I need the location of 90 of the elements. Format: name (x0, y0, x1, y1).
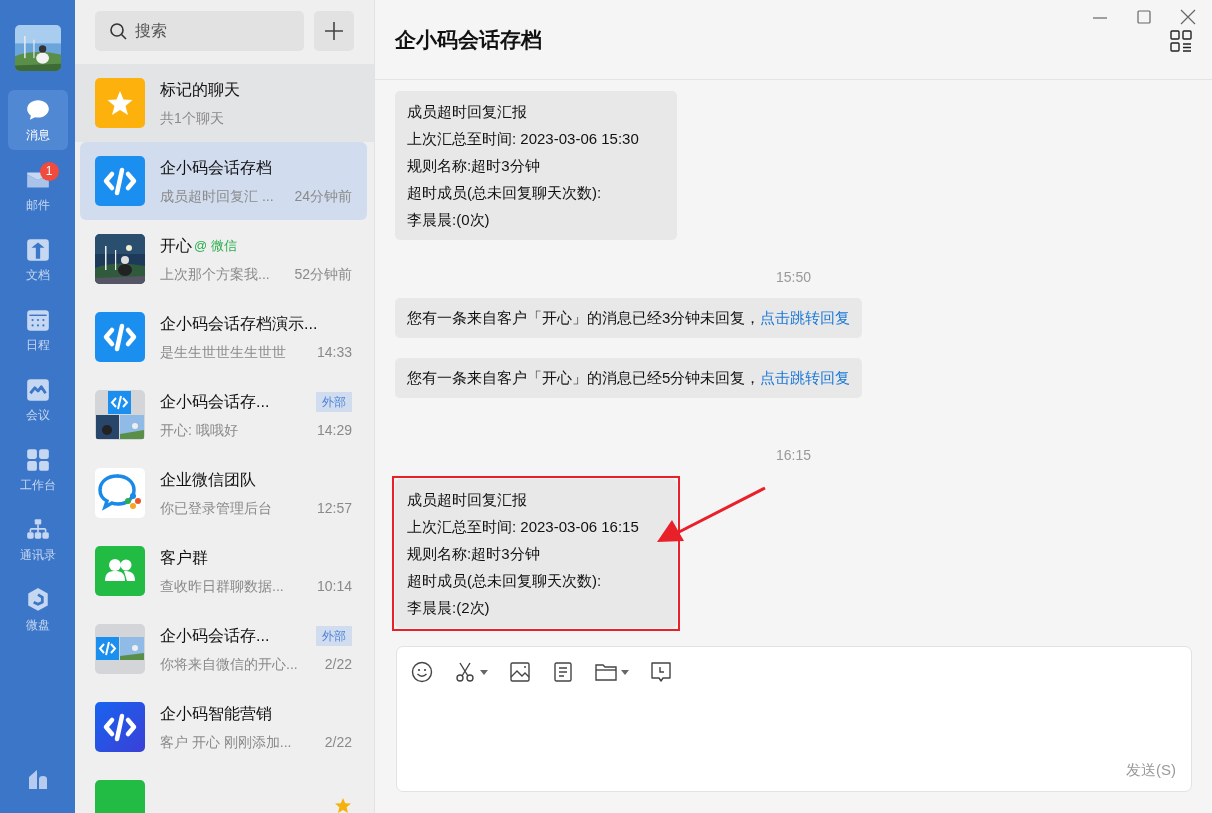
group-avatar-icon (95, 624, 145, 674)
message-time: 52分钟前 (294, 264, 352, 284)
notice-text: 您有一条来自客户「开心」的消息已经3分钟未回复， (407, 309, 761, 326)
chat-name: 企小码智能营销 (160, 703, 272, 724)
chat-title: 企小码会话存档 (395, 26, 542, 53)
chat-list-item[interactable]: 企小码会话存档演示... 是生生世世生生世世 14:33 (75, 298, 374, 376)
chat-list-item[interactable]: 企业微信团队 你已登录管理后台 12:57 (75, 454, 374, 532)
chat-list-item[interactable]: 客户群 查收昨日群聊数据... 10:14 (75, 532, 374, 610)
chat-name: 企小码会话存... (160, 391, 270, 412)
close-icon[interactable] (1179, 8, 1197, 26)
message-line: 李晨晨:(2次) (407, 598, 491, 618)
caret-icon (621, 669, 629, 675)
message-line: 超时成员(总未回复聊天次数): (407, 571, 603, 591)
message-line: 李晨晨:(0次) (407, 210, 491, 230)
chat-list-item[interactable]: 开心@ 微信 上次那个方案我... 52分钟前 (75, 220, 374, 298)
toolbar-button[interactable] (411, 660, 433, 684)
source-label: @ 微信 (194, 236, 237, 255)
search-field[interactable]: 搜索 (95, 11, 304, 51)
timestamp: 15:50 (775, 268, 811, 287)
nav-item[interactable]: 通讯录 (7, 510, 68, 570)
grid-icon (24, 446, 51, 473)
message-line: 上次汇总至时间: 2023-03-06 16:15 (407, 517, 640, 537)
chat-name: 企小码会话存档演示... (160, 313, 318, 334)
nav-item[interactable]: 微盘 (7, 580, 68, 640)
send-button[interactable]: 发送(S) (1126, 758, 1176, 781)
chat-name: 客户群 (160, 547, 208, 568)
code-avatar-icon (95, 312, 145, 362)
notice-text: 您有一条来自客户「开心」的消息已经5分钟未回复， (407, 369, 761, 386)
caret-icon (480, 669, 488, 675)
toolbar-button[interactable] (454, 660, 488, 684)
code-avatar-icon (95, 156, 145, 206)
message-preview: 成员超时回复汇 ... (160, 186, 274, 206)
message-time: 24分钟前 (294, 186, 352, 206)
chat-name: 标记的聊天 (160, 79, 240, 100)
code-avatar-icon (95, 702, 145, 752)
clock-message-icon (650, 661, 672, 683)
nav-item[interactable]: 工作台 (7, 440, 68, 500)
message-preview: 你将来自微信的开心... (160, 654, 298, 674)
star-avatar-icon (95, 78, 145, 128)
message-preview: 上次那个方案我... (160, 264, 270, 284)
chat-name: 企小码会话存... (160, 625, 270, 646)
message-line: 规则名称:超时3分钟 (407, 544, 541, 564)
message-preview: 客户 开心 刚刚添加... (160, 732, 292, 752)
chat-list-item[interactable]: 企小码会话存... 外部 开心: 哦哦好 14:29 (75, 376, 374, 454)
message-line: 成员超时回复汇报 (407, 490, 528, 510)
meeting-icon (24, 376, 51, 403)
plus-icon (324, 21, 344, 41)
chat-list-item[interactable]: 企小码会话存档 成员超时回复汇 ... 24分钟前 (80, 142, 367, 220)
message-time: 10:14 (316, 576, 352, 596)
message-preview: 开心: 哦哦好 (160, 420, 238, 440)
toolbar-button[interactable] (509, 660, 531, 684)
message-time: 12:57 (316, 498, 352, 518)
nav-item[interactable]: 文档 (7, 230, 68, 290)
timestamp: 16:15 (775, 446, 811, 465)
unread-badge: 1 (39, 162, 59, 181)
chat-list-item[interactable]: 标记的聊天 共1个聊天 (75, 64, 374, 142)
message-line: 上次汇总至时间: 2023-03-06 15:30 (407, 129, 640, 149)
chat-list-item[interactable]: 企小码智能营销 客户 开心 刚刚添加... 2/22 (75, 688, 374, 766)
chat-name: 企小码会话存档 (160, 157, 272, 178)
chat-name: 开心 (160, 235, 192, 256)
chat-logo-icon (95, 468, 145, 518)
message-time: 14:33 (316, 342, 352, 362)
chat-name: 企业微信团队 (160, 469, 256, 490)
image-icon (509, 661, 531, 683)
message-preview: 你已登录管理后台 (160, 498, 272, 518)
smiley-icon (411, 661, 433, 683)
message-preview: 共1个聊天 (160, 108, 224, 128)
message-line: 超时成员(总未回复聊天次数): (407, 183, 603, 203)
reply-link[interactable]: 点击跳转回复 (760, 309, 851, 326)
external-tag: 外部 (316, 391, 352, 412)
chat-list-item[interactable]: 企小码会话存... 外部 你将来自微信的开心... 2/22 (75, 610, 374, 688)
message-preview: 查收昨日群聊数据... (160, 576, 284, 596)
folder-icon (595, 661, 617, 683)
toolbar-button[interactable] (650, 660, 672, 684)
external-tag: 外部 (316, 625, 352, 646)
message-preview: 是生生世世生生世世 (160, 342, 286, 362)
message-time: 2/22 (324, 732, 352, 752)
group-avatar-icon (95, 390, 145, 440)
message-time: 2/22 (324, 654, 352, 674)
nav-item[interactable]: 日程 (7, 300, 68, 360)
people-icon (95, 546, 145, 596)
reply-link[interactable]: 点击跳转回复 (760, 369, 851, 386)
nav-item[interactable]: 消息 (7, 90, 68, 150)
nav-item[interactable]: 会议 (7, 370, 68, 430)
nav-item[interactable]: 邮件 1 (7, 160, 68, 220)
scissors-icon (454, 661, 476, 683)
message-line: 规则名称:超时3分钟 (407, 156, 541, 176)
message-time: 14:29 (316, 420, 352, 440)
message-line: 成员超时回复汇报 (407, 102, 528, 122)
add-button[interactable] (314, 11, 354, 51)
